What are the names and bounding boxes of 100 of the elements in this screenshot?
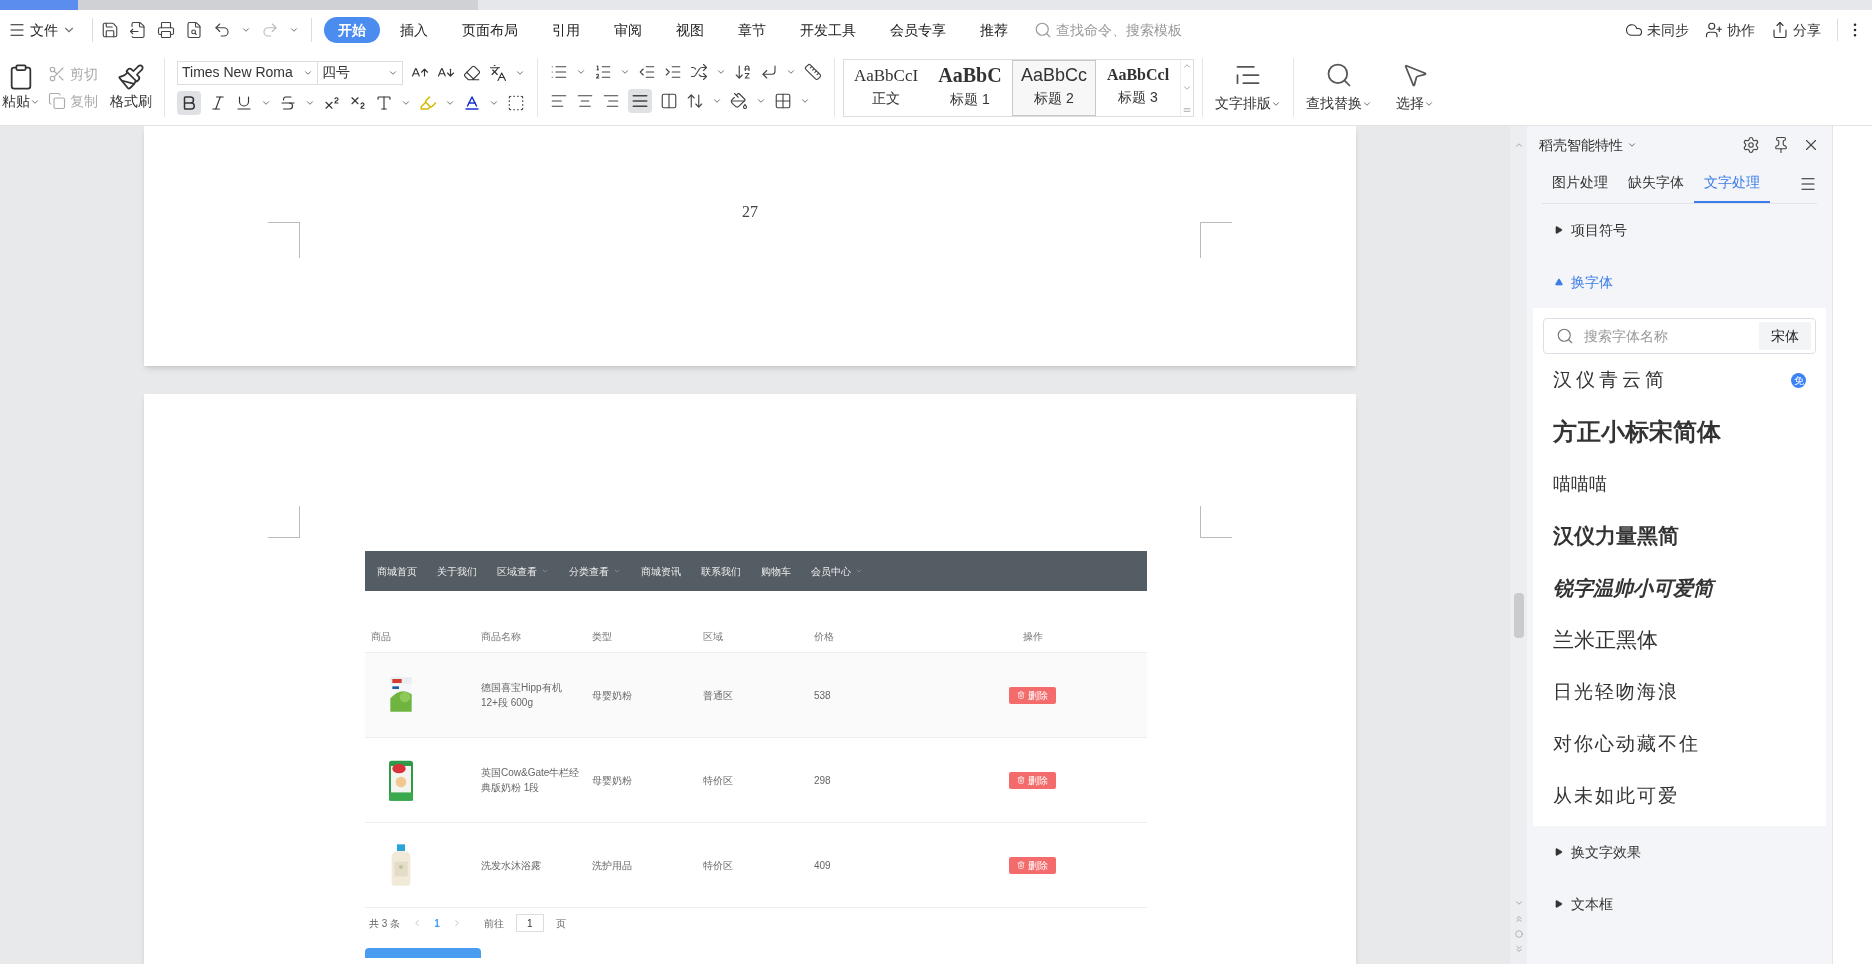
- table-cell-text: 409: [813, 858, 832, 873]
- ribbon-tab[interactable]: 审阅: [600, 17, 656, 43]
- header-action[interactable]: 未同步: [1625, 19, 1689, 41]
- settings-icon[interactable]: [1742, 136, 1760, 154]
- save-icon[interactable]: [101, 21, 119, 39]
- expand-icon[interactable]: [1555, 226, 1563, 234]
- table-cell-text: 普通区: [702, 688, 734, 703]
- phonetic-icon[interactable]: [489, 63, 507, 82]
- table-cell-text: 母婴奶粉: [591, 773, 633, 788]
- web-nav-item[interactable]: 关于我们: [437, 563, 477, 579]
- ribbon-tab[interactable]: 页面布局: [448, 17, 532, 43]
- table-cell-text: 298: [813, 773, 832, 788]
- text-effect-icon[interactable]: [375, 93, 393, 112]
- char-border-icon[interactable]: [507, 93, 525, 112]
- ribbon-button[interactable]: 文字排版: [1203, 50, 1293, 125]
- expand-icon[interactable]: [1555, 848, 1563, 856]
- text-direction-icon[interactable]: [690, 62, 708, 81]
- font-item[interactable]: 锐字温帅小可爱简: [1543, 562, 1816, 614]
- format-painter-button[interactable]: 格式刷: [110, 63, 152, 112]
- cloud-icon[interactable]: [1625, 21, 1643, 39]
- style-preset[interactable]: AaBbC 标题 1: [928, 59, 1012, 116]
- menu-icon[interactable]: [8, 21, 26, 39]
- ribbon-tab[interactable]: 插入: [386, 17, 442, 43]
- numbered-list-icon[interactable]: [594, 62, 612, 81]
- font-search-input[interactable]: 搜索字体名称: [1584, 325, 1749, 347]
- strikethrough-icon[interactable]: [279, 93, 297, 112]
- font-item[interactable]: 方正小标宋简体: [1543, 406, 1816, 458]
- web-nav-item[interactable]: 商城首页: [377, 563, 417, 579]
- section-header[interactable]: 项目符号: [1527, 204, 1832, 256]
- font-search-field[interactable]: 搜索字体名称 宋体: [1543, 318, 1816, 354]
- scrollbar-thumb[interactable]: [1513, 593, 1524, 638]
- section-header[interactable]: 换文字效果: [1527, 826, 1832, 878]
- caret-icon[interactable]: [289, 25, 299, 35]
- ribbon-tab[interactable]: 会员专享: [876, 17, 960, 43]
- ribbon-tab[interactable]: 开发工具: [786, 17, 870, 43]
- underline-icon[interactable]: [235, 93, 253, 112]
- eraser-icon[interactable]: [463, 63, 481, 82]
- brush-icon[interactable]: [117, 63, 145, 91]
- sort-icon[interactable]: [734, 62, 752, 81]
- font-item[interactable]: 汉仪青云简 免: [1543, 354, 1816, 406]
- user-add-icon[interactable]: [1705, 21, 1723, 39]
- export-icon[interactable]: [129, 21, 147, 39]
- undo-icon[interactable]: [213, 21, 231, 39]
- panel-title[interactable]: 稻壳智能特性: [1539, 134, 1623, 156]
- preview-icon[interactable]: [185, 21, 203, 39]
- header-action[interactable]: 协作: [1705, 19, 1755, 41]
- paste-button[interactable]: 粘贴: [2, 63, 40, 112]
- font-item[interactable]: 汉仪力量黑简: [1543, 510, 1816, 562]
- table-cell-text: 洗发水沐浴露: [480, 858, 542, 873]
- panel-tab[interactable]: 缺失字体: [1618, 164, 1694, 203]
- font-item[interactable]: 喵喵喵: [1543, 458, 1816, 510]
- web-nav-item[interactable]: 联系我们: [701, 563, 741, 579]
- web-nav-item[interactable]: 购物车: [761, 563, 791, 579]
- web-nav-item[interactable]: 商城资讯: [641, 563, 681, 579]
- pin-icon[interactable]: [1772, 136, 1790, 154]
- font-item[interactable]: 兰米正黑体: [1543, 614, 1816, 666]
- web-nav-item[interactable]: 区域查看: [497, 563, 537, 579]
- distribute-icon[interactable]: [660, 91, 678, 110]
- ribbon-button[interactable]: 选择: [1384, 50, 1446, 125]
- ribbon-tab[interactable]: 推荐: [966, 17, 1022, 43]
- file-menu[interactable]: 文件: [8, 19, 84, 41]
- page-number: 27: [742, 202, 758, 222]
- font-item[interactable]: 从未如此可爱: [1543, 770, 1816, 822]
- search-icon[interactable]: [1556, 327, 1574, 345]
- free-badge: 免: [1791, 372, 1806, 388]
- trash-icon: [1017, 861, 1025, 869]
- italic-icon[interactable]: [209, 93, 227, 112]
- expand-icon[interactable]: [1555, 900, 1563, 908]
- column-header: 类型: [591, 630, 613, 644]
- header-action[interactable]: 分享: [1771, 19, 1821, 41]
- caret-icon[interactable]: [1627, 140, 1637, 150]
- shading-icon[interactable]: [730, 91, 748, 110]
- web-nav-item[interactable]: 会员中心: [811, 563, 851, 579]
- column-header: 区域: [702, 630, 724, 644]
- panel-tab[interactable]: 文字处理: [1694, 164, 1770, 203]
- print-icon[interactable]: [157, 21, 175, 39]
- ribbon-tab[interactable]: 视图: [662, 17, 718, 43]
- ruler-icon[interactable]: [804, 62, 822, 81]
- current-font-button[interactable]: 宋体: [1759, 322, 1811, 350]
- ribbon-button[interactable]: 查找替换: [1294, 50, 1384, 125]
- font-item[interactable]: 日光轻吻海浪: [1543, 666, 1816, 718]
- line-spacing-icon[interactable]: [686, 91, 704, 110]
- web-nav-item[interactable]: 分类查看: [569, 563, 609, 579]
- style-preset[interactable]: AaBbCcI 正文: [844, 59, 928, 116]
- column-header: 商品名称: [480, 630, 522, 644]
- font-color-icon[interactable]: [463, 93, 481, 112]
- style-preset[interactable]: AaBbCc 标题 2: [1012, 59, 1096, 116]
- ribbon-tab[interactable]: 章节: [724, 17, 780, 43]
- style-preset[interactable]: AaBbCcl 标题 3: [1096, 59, 1180, 116]
- font-item[interactable]: 对你心动藏不住: [1543, 718, 1816, 770]
- page-input[interactable]: 1: [515, 914, 544, 932]
- panel-tab[interactable]: 图片处理: [1542, 164, 1618, 203]
- ribbon-tab[interactable]: 引用: [538, 17, 594, 43]
- share-icon[interactable]: [1771, 21, 1789, 39]
- caret-icon[interactable]: [241, 25, 251, 35]
- borders-icon[interactable]: [774, 91, 792, 110]
- section-header[interactable]: 换字体: [1527, 256, 1832, 308]
- column-header: 商品: [370, 630, 392, 644]
- section-header[interactable]: 文本框: [1527, 878, 1832, 930]
- search-icon[interactable]: [1325, 61, 1353, 89]
